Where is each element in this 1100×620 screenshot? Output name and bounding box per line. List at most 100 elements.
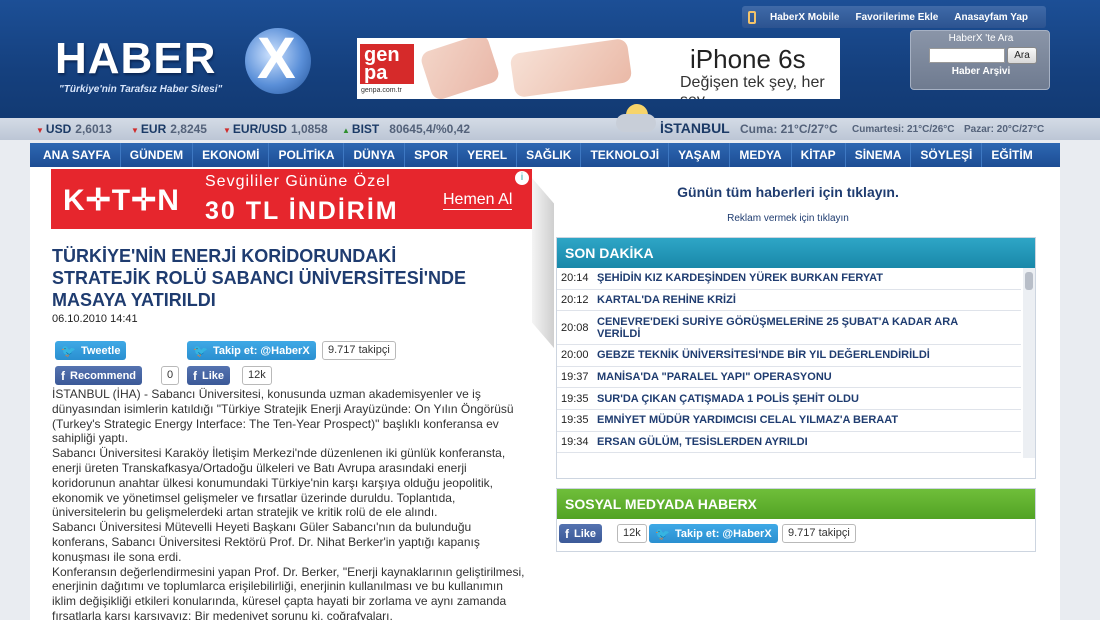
top-links-bar: HaberX Mobile Favorilerime Ekle Anasayfa…: [742, 6, 1046, 28]
breaking-news-list: 20:14 ŞEHİDİN KIZ KARDEŞİNDEN YÜREK BURKA…: [557, 268, 1035, 458]
ticker-value: 1,0858: [290, 122, 328, 136]
ticker-value: 80645,4/%0,42: [389, 122, 471, 136]
search-input[interactable]: [929, 48, 1005, 63]
ticker-label: EUR/USD: [232, 122, 287, 136]
nav-ekonomi[interactable]: EKONOMİ: [193, 143, 270, 167]
logo-globe-icon: X: [245, 28, 311, 94]
news-title[interactable]: EMNİYET MÜDÜR YARDIMCISI CELAL YILMAZ'A …: [597, 414, 898, 426]
market-ticker: ▼ USD 2,6013 ▼ EUR 2,8245 ▼ EUR/USD 1,0858 ▲ BI…: [0, 118, 1100, 140]
ticker-eur[interactable]: ▼ EUR 2,8245: [131, 122, 207, 136]
haberx-mobile-link[interactable]: HaberX Mobile: [762, 12, 847, 23]
site-logo[interactable]: HABER X "Türkiye'nin Tarafsız Haber Site…: [55, 28, 311, 104]
follow-button[interactable]: 🐦 Takip et: @HaberX: [187, 341, 316, 360]
news-item[interactable]: 19:35 EMNİYET MÜDÜR YARDIMCISI CELAL YILM…: [557, 410, 1021, 432]
recommend-button[interactable]: f Recommend: [55, 366, 143, 385]
news-title[interactable]: ERSAN GÜLÜM, TESİSLERDEN AYRILDI: [597, 436, 808, 448]
news-title[interactable]: GEBZE TEKNİK ÜNİVERSİTESİ'NDE BİR YIL DE…: [597, 349, 930, 361]
article-body: İSTANBUL (İHA) - Sabancı Üniversitesi, k…: [52, 387, 530, 620]
ticker-eurusd[interactable]: ▼ EUR/USD 1,0858: [223, 122, 328, 136]
social-like-count: 12k: [617, 524, 647, 543]
koton-logo: K✛T✛N: [63, 184, 180, 217]
weather-today: Cuma: 21°C/27°C: [740, 122, 838, 136]
ad-subtitle: Değişen tek şey, her şey.: [680, 74, 825, 99]
nav-ana-sayfa[interactable]: ANA SAYFA: [34, 143, 121, 167]
news-time: 20:12: [561, 293, 589, 306]
news-title[interactable]: CENEVRE'DEKİ SURİYE GÖRÜŞMELERİNE 25 ŞUB…: [597, 316, 997, 340]
down-arrow-icon: ▼: [36, 126, 44, 135]
news-item[interactable]: 19:37 MANİSA'DA "PARALEL YAPI" OPERASYONU: [557, 367, 1021, 389]
ticker-usd[interactable]: ▼ USD 2,6013: [36, 122, 112, 136]
news-title[interactable]: MANİSA'DA "PARALEL YAPI" OPERASYONU: [597, 371, 832, 383]
nav-gundem[interactable]: GÜNDEM: [121, 143, 194, 167]
logo-text: HABER: [55, 34, 217, 83]
news-item[interactable]: 19:35 SUR'DA ÇIKAN ÇATIŞMADA 1 POLİS ŞEHİ…: [557, 388, 1021, 410]
nav-soylesi[interactable]: SÖYLEŞİ: [911, 143, 983, 167]
news-item[interactable]: 20:14 ŞEHİDİN KIZ KARDEŞİNDEN YÜREK BURKA…: [557, 268, 1021, 290]
search-box: HaberX 'te Ara Ara Haber Arşivi: [910, 30, 1050, 90]
top-banner-ad[interactable]: gen pa genpa.com.tr iPhone 6s Değişen te…: [357, 38, 840, 99]
koton-banner-ad[interactable]: K✛T✛N Sevgililer Gününe Özel 30 TL İNDİR…: [51, 169, 532, 229]
article-paragraph: Konferansın değerlendirmesini yapan Prof…: [52, 564, 525, 620]
ticker-label: USD: [45, 122, 72, 136]
ad-info-icon[interactable]: i: [515, 171, 529, 185]
nav-egitim[interactable]: EĞİTİM: [982, 143, 1041, 167]
news-title[interactable]: ŞEHİDİN KIZ KARDEŞİNDEN YÜREK BURKAN FER…: [597, 272, 883, 284]
koton-cta-link[interactable]: Hemen Al: [443, 191, 513, 210]
facebook-icon: f: [193, 368, 197, 383]
son-dakika-title: SON DAKİKA: [557, 238, 1035, 268]
nav-kitap[interactable]: KİTAP: [792, 143, 846, 167]
social-follower-count: 9.717 takipçi: [782, 524, 856, 543]
news-title[interactable]: SUR'DA ÇIKAN ÇATIŞMADA 1 POLİS ŞEHİT OLD…: [597, 393, 859, 405]
article-paragraph: İSTANBUL (İHA) - Sabancı Üniversitesi, k…: [52, 387, 514, 446]
up-arrow-icon: ▲: [342, 126, 350, 135]
news-archive-link[interactable]: Haber Arşivi: [911, 66, 1051, 77]
article-paragraph: Sabancı Üniversitesi Mütevelli Heyeti Ba…: [52, 520, 480, 564]
search-button[interactable]: Ara: [1007, 47, 1037, 64]
advertise-link[interactable]: Reklam vermek için tıklayın: [556, 213, 1020, 224]
nav-yasam[interactable]: YAŞAM: [669, 143, 731, 167]
like-button[interactable]: f Like: [187, 366, 231, 385]
news-item[interactable]: 20:08 CENEVRE'DEKİ SURİYE GÖRÜŞMELERİNE 2…: [557, 311, 1021, 346]
weather-sunday: Pazar: 20°C/27°C: [964, 124, 1045, 135]
nav-medya[interactable]: MEDYA: [730, 143, 792, 167]
facebook-icon: f: [565, 526, 569, 541]
nav-sinema[interactable]: SİNEMA: [846, 143, 912, 167]
tweet-label: Tweetle: [80, 344, 121, 357]
article-date: 06.10.2010 14:41: [52, 313, 138, 325]
set-homepage-link[interactable]: Anasayfam Yap: [946, 12, 1036, 23]
news-time: 19:35: [561, 392, 589, 405]
genpa-url: genpa.com.tr: [361, 87, 402, 94]
ticker-bist[interactable]: ▲ BIST 80645,4/%0,42: [342, 122, 470, 136]
ticker-value: 2,8245: [170, 122, 207, 136]
news-item[interactable]: 19:34 ERSAN GÜLÜM, TESİSLERDEN AYRILDI: [557, 432, 1021, 454]
logo-slogan: "Türkiye'nin Tarafsız Haber Sitesi": [59, 84, 223, 95]
social-media-title: SOSYAL MEDYADA HABERX: [557, 489, 1035, 519]
news-scrollbar[interactable]: [1023, 268, 1035, 458]
nav-saglik[interactable]: SAĞLIK: [517, 143, 582, 167]
news-time: 20:00: [561, 349, 589, 362]
social-follow-button[interactable]: 🐦 Takip et: @HaberX: [649, 524, 778, 543]
weather-city[interactable]: İSTANBUL: [660, 120, 730, 136]
news-title[interactable]: KARTAL'DA REHİNE KRİZİ: [597, 294, 736, 306]
partly-cloudy-icon: [614, 100, 660, 134]
news-time: 20:14: [561, 272, 589, 285]
nav-dunya[interactable]: DÜNYA: [344, 143, 406, 167]
add-favorites-link[interactable]: Favorilerime Ekle: [847, 12, 946, 23]
follow-label: Takip et: @HaberX: [212, 344, 310, 357]
main-nav: ANA SAYFA GÜNDEM EKONOMİ POLİTİKA DÜNYA …: [30, 143, 1060, 167]
nav-politika[interactable]: POLİTİKA: [269, 143, 345, 167]
nav-yerel[interactable]: YEREL: [458, 143, 518, 167]
nav-teknoloji[interactable]: TEKNOLOJİ: [581, 143, 670, 167]
search-title: HaberX 'te Ara: [948, 33, 1014, 44]
article-paragraph: Sabancı Üniversitesi Karaköy İletişim Me…: [52, 446, 506, 520]
news-item[interactable]: 20:12 KARTAL'DA REHİNE KRİZİ: [557, 290, 1021, 312]
social-like-button[interactable]: f Like: [559, 524, 603, 543]
ticker-value: 2,6013: [75, 122, 112, 136]
tweet-button[interactable]: 🐦 Tweetle: [55, 341, 127, 360]
nav-spor[interactable]: SPOR: [405, 143, 459, 167]
scroll-thumb[interactable]: [1025, 272, 1033, 290]
ad-shadow: [532, 178, 554, 348]
news-time: 19:37: [561, 371, 589, 384]
news-item[interactable]: 20:00 GEBZE TEKNİK ÜNİVERSİTESİ'NDE BİR Y…: [557, 345, 1021, 367]
all-news-link[interactable]: Günün tüm haberleri için tıklayın.: [556, 184, 1020, 200]
